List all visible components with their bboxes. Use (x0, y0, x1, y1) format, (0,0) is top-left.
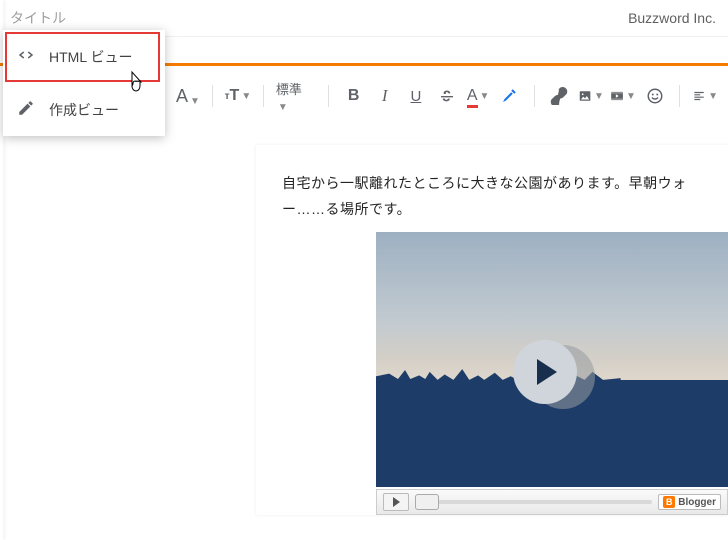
paragraph-style-label: 標準 (276, 82, 302, 97)
seek-knob[interactable] (415, 494, 439, 510)
pencil-icon (17, 99, 35, 120)
editor-content-panel[interactable]: 自宅から一駅離れたところに大きな公園があります。早朝ウォー……る場所です。 B … (256, 145, 728, 515)
content-paragraph: 自宅から一駅離れたところに大きな公園があります。早朝ウォー……る場所です。 (282, 171, 708, 223)
emoji-button[interactable] (642, 83, 667, 109)
brand-label: Buzzword Inc. (628, 10, 718, 26)
font-family-button[interactable]: A ▼ (176, 86, 200, 107)
chevron-down-icon: ▼ (278, 102, 288, 113)
chevron-down-icon: ▼ (708, 91, 718, 102)
blogger-badge[interactable]: B Blogger (658, 494, 721, 510)
blogger-label: Blogger (678, 497, 716, 508)
seek-track[interactable] (415, 500, 652, 504)
strikethrough-button[interactable] (434, 83, 459, 109)
view-mode-menu: HTML ビュー 作成ビュー (3, 30, 165, 136)
align-button[interactable]: ▼ (692, 83, 718, 109)
video-button[interactable]: ▼ (610, 83, 636, 109)
play-button[interactable] (513, 340, 577, 404)
chevron-down-icon: ▼ (594, 91, 604, 102)
bold-button[interactable]: B (341, 83, 366, 109)
menu-item-label: HTML ビュー (49, 47, 132, 67)
title-field-placeholder[interactable]: タイトル (10, 8, 66, 28)
menu-item-html-view[interactable]: HTML ビュー (3, 30, 165, 83)
font-size-button[interactable]: тT ▼ (225, 83, 251, 109)
chevron-down-icon: ▼ (480, 91, 490, 102)
paragraph-style-button[interactable]: 標準 ▼ (276, 79, 316, 113)
chevron-down-icon: ▼ (190, 96, 200, 107)
play-control-button[interactable] (383, 493, 409, 511)
chevron-down-icon: ▼ (241, 91, 251, 102)
video-embed[interactable] (376, 232, 728, 487)
chevron-down-icon: ▼ (626, 91, 636, 102)
italic-button[interactable]: I (372, 83, 397, 109)
menu-item-label: 作成ビュー (49, 100, 119, 120)
editor-toolbar: A ▼ тT ▼ 標準 ▼ B I U A ▼ ▼ ▼ ▼ (176, 74, 718, 118)
menu-item-compose-view[interactable]: 作成ビュー (3, 83, 165, 136)
code-icon (17, 46, 35, 67)
link-button[interactable] (547, 83, 572, 109)
blogger-b-icon: B (663, 496, 675, 508)
text-color-button[interactable]: A ▼ (466, 83, 491, 109)
video-controls-bar: B Blogger (376, 489, 728, 515)
image-button[interactable]: ▼ (578, 83, 604, 109)
highlight-button[interactable] (497, 83, 522, 109)
font-letter-glyph: A (176, 86, 188, 107)
underline-button[interactable]: U (403, 83, 428, 109)
